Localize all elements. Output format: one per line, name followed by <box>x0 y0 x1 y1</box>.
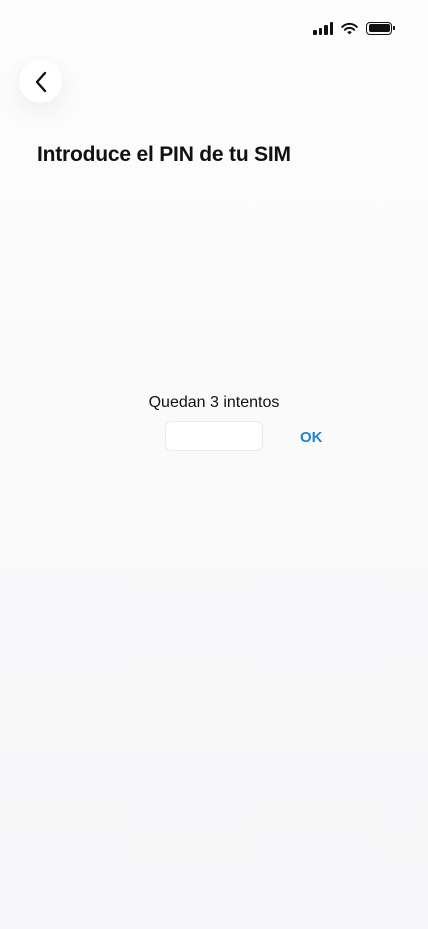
page-title: Introduce el PIN de tu SIM <box>37 143 291 166</box>
chevron-left-icon <box>35 71 46 92</box>
sim-pin-screen: Introduce el PIN de tu SIM Quedan 3 inte… <box>0 0 428 929</box>
ok-button[interactable]: OK <box>292 426 331 448</box>
battery-icon <box>366 21 395 35</box>
wifi-icon <box>341 22 358 35</box>
pin-input[interactable] <box>165 421 263 451</box>
status-bar <box>313 18 395 38</box>
back-button[interactable] <box>19 60 62 103</box>
attempts-remaining-text: Quedan 3 intentos <box>148 394 280 411</box>
cellular-signal-icon <box>313 21 333 35</box>
